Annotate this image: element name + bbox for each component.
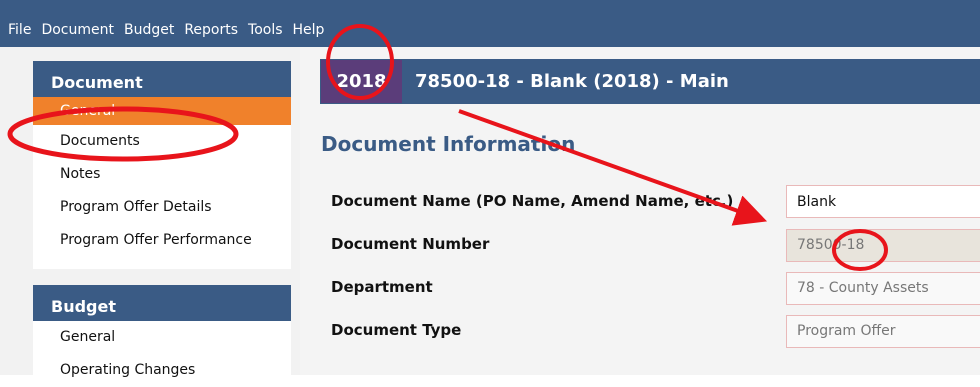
document-number-label: Document Number (331, 235, 490, 253)
document-nav-header: Document (33, 61, 291, 97)
sidebar-item-budget-general[interactable]: General (33, 321, 291, 354)
document-title: 78500-18 - Blank (2018) - Main (415, 71, 729, 92)
menu-file[interactable]: File (8, 22, 31, 38)
menu-help[interactable]: Help (293, 22, 325, 38)
menu-bar: File Document Budget Reports Tools Help (0, 0, 980, 47)
section-title: Document Information (321, 132, 576, 156)
document-type-field: Program Offer (786, 315, 980, 348)
menu-document[interactable]: Document (41, 22, 114, 38)
menu-tools[interactable]: Tools (248, 22, 283, 38)
document-number-field: 78500-18 (786, 229, 980, 262)
department-field: 78 - County Assets (786, 272, 980, 305)
menu-budget[interactable]: Budget (124, 22, 174, 38)
document-name-label: Document Name (PO Name, Amend Name, etc.… (331, 192, 734, 210)
sidebar-item-general[interactable]: General (33, 97, 291, 125)
sidebar-item-program-offer-performance[interactable]: Program Offer Performance (33, 224, 291, 257)
year-badge: 2018 (321, 60, 402, 103)
sidebar-item-documents[interactable]: Documents (33, 125, 291, 158)
document-nav: Document General Documents Notes Program… (33, 61, 291, 269)
sidebar-item-notes[interactable]: Notes (33, 158, 291, 191)
sidebar-item-operating-changes[interactable]: Operating Changes (33, 354, 291, 387)
document-type-label: Document Type (331, 321, 462, 339)
department-label: Department (331, 278, 433, 296)
document-name-input[interactable] (786, 185, 980, 218)
budget-nav: Budget General Operating Changes (33, 285, 291, 385)
budget-nav-header: Budget (33, 285, 291, 321)
sidebar-item-program-offer-details[interactable]: Program Offer Details (33, 191, 291, 224)
menu-reports[interactable]: Reports (184, 22, 238, 38)
